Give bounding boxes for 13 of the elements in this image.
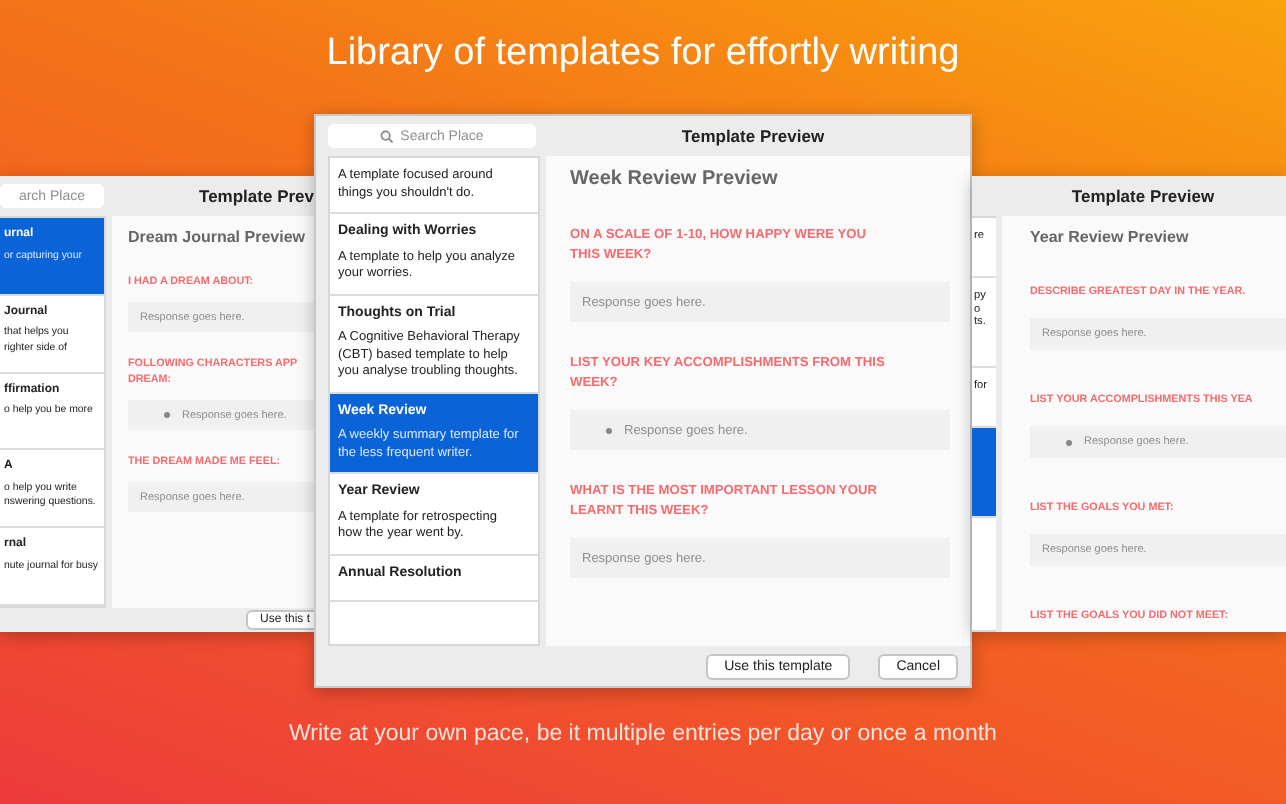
preview-heading: Dream Journal Preview (128, 228, 307, 246)
window-title: Template Preview (679, 126, 827, 146)
bullet-icon (164, 412, 170, 418)
headline: Library of templates for effortly writing (324, 32, 962, 76)
window-title: Template Prev (197, 186, 314, 206)
preview-heading: Year Review Preview (1030, 228, 1191, 246)
search-icon (380, 129, 395, 143)
preview-heading: Week Review Preview (570, 168, 780, 190)
window-title: Template Preview (1069, 186, 1217, 206)
bullet-icon (606, 427, 612, 433)
tagline: Write at your own pace, be it multiple entries per day or once a month (287, 722, 999, 746)
template-list-item[interactable] (972, 428, 996, 518)
bullet-icon (1066, 439, 1072, 445)
